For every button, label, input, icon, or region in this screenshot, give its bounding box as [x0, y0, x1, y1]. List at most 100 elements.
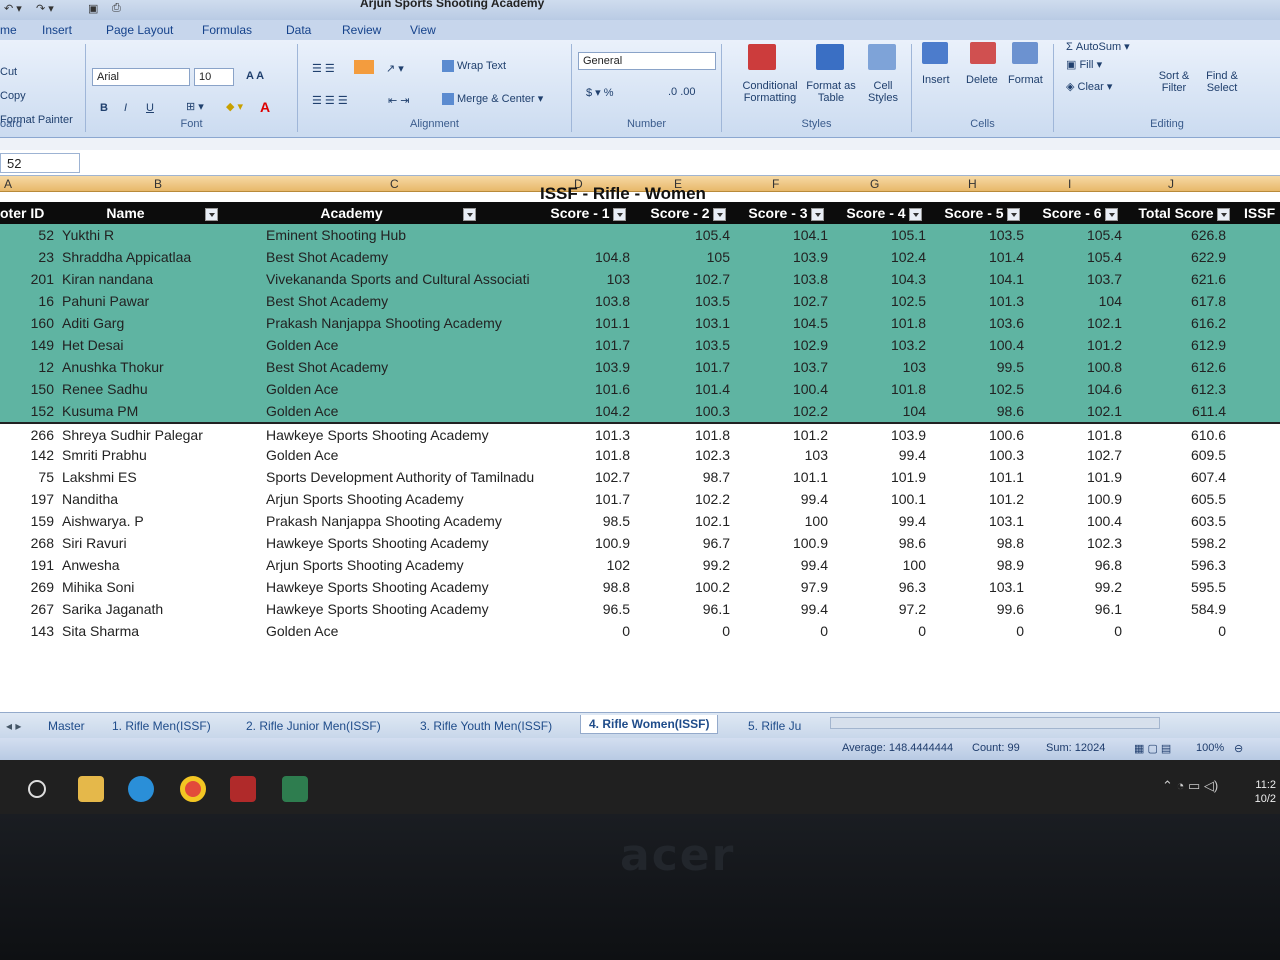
filter-dropdown-icon[interactable]: [1006, 207, 1020, 221]
indent-icon[interactable]: ⇤ ⇥: [388, 94, 410, 107]
cell-shooter-id[interactable]: 143: [4, 623, 54, 639]
clear-button[interactable]: ◈ Clear ▾: [1066, 80, 1112, 93]
filter-dropdown-icon[interactable]: [204, 207, 218, 221]
cell-score-4[interactable]: 104: [836, 403, 926, 419]
column-header[interactable]: I: [1068, 177, 1071, 191]
cell-shooter-id[interactable]: 142: [4, 447, 54, 463]
cell-shooter-id[interactable]: 159: [4, 513, 54, 529]
currency-icon[interactable]: $ ▾ %: [586, 86, 614, 99]
table-row[interactable]: 266 Shreya Sudhir Palegar Hawkeye Sports S…: [0, 422, 1280, 444]
cell-score-3[interactable]: 97.9: [738, 579, 828, 595]
cell-academy[interactable]: Hawkeye Sports Shooting Academy: [266, 579, 538, 595]
cell-score-5[interactable]: 0: [934, 623, 1024, 639]
cell-score-2[interactable]: 105: [640, 249, 730, 265]
table-row[interactable]: 143 Sita Sharma Golden Ace 0 0 0 0 0 0 0: [0, 620, 1280, 642]
cell-score-3[interactable]: 100: [738, 513, 828, 529]
sheet-tab-rifle-youth-men[interactable]: 3. Rifle Youth Men(ISSF): [420, 719, 552, 733]
header-score-2[interactable]: Score - 2: [640, 205, 736, 221]
cell-name[interactable]: Shreya Sudhir Palegar: [62, 427, 258, 443]
cell-academy[interactable]: Arjun Sports Shooting Academy: [266, 557, 538, 573]
cell-score-5[interactable]: 101.3: [934, 293, 1024, 309]
cell-score-3[interactable]: 99.4: [738, 601, 828, 617]
cell-name[interactable]: Pahuni Pawar: [62, 293, 258, 309]
cell-score-3[interactable]: 99.4: [738, 557, 828, 573]
cell-score-2[interactable]: 0: [640, 623, 730, 639]
align-middle-icon[interactable]: [354, 60, 374, 74]
cell-total-score[interactable]: 596.3: [1130, 557, 1226, 573]
tab-data[interactable]: Data: [286, 23, 311, 37]
cell-score-6[interactable]: 101.2: [1032, 337, 1122, 353]
cell-academy[interactable]: Arjun Sports Shooting Academy: [266, 491, 538, 507]
table-row[interactable]: 197 Nanditha Arjun Sports Shooting Academy…: [0, 488, 1280, 510]
cell-score-3[interactable]: 0: [738, 623, 828, 639]
cell-score-6[interactable]: 0: [1032, 623, 1122, 639]
filter-dropdown-icon[interactable]: [712, 207, 726, 221]
cell-shooter-id[interactable]: 152: [4, 403, 54, 419]
header-total-score[interactable]: Total Score: [1130, 205, 1238, 221]
table-row[interactable]: 160 Aditi Garg Prakash Nanjappa Shooting A…: [0, 312, 1280, 334]
cell-academy[interactable]: Golden Ace: [266, 623, 538, 639]
cell-score-1[interactable]: 103: [540, 271, 630, 287]
cell-score-6[interactable]: 103.7: [1032, 271, 1122, 287]
cell-score-5[interactable]: 98.6: [934, 403, 1024, 419]
cell-score-4[interactable]: 100.1: [836, 491, 926, 507]
cell-score-6[interactable]: 102.1: [1032, 403, 1122, 419]
tab-home[interactable]: me: [0, 23, 17, 37]
cell-academy[interactable]: Golden Ace: [266, 337, 538, 353]
tab-page-layout[interactable]: Page Layout: [106, 23, 173, 37]
cell-name[interactable]: Het Desai: [62, 337, 258, 353]
cell-score-6[interactable]: 101.9: [1032, 469, 1122, 485]
horizontal-scrollbar[interactable]: [830, 717, 1160, 729]
insert-cells-button[interactable]: Insert: [922, 74, 950, 86]
delete-cells-button[interactable]: Delete: [966, 74, 998, 86]
table-row[interactable]: 52 Yukthi R Eminent Shooting Hub 105.4 104.1…: [0, 224, 1280, 246]
cell-shooter-id[interactable]: 191: [4, 557, 54, 573]
cell-name[interactable]: Mihika Soni: [62, 579, 258, 595]
cell-score-1[interactable]: 104.2: [540, 403, 630, 419]
cell-score-6[interactable]: 102.1: [1032, 315, 1122, 331]
cell-name[interactable]: Aditi Garg: [62, 315, 258, 331]
cell-score-2[interactable]: 96.1: [640, 601, 730, 617]
cell-academy[interactable]: Best Shot Academy: [266, 359, 538, 375]
cell-score-4[interactable]: 98.6: [836, 535, 926, 551]
cell-score-5[interactable]: 101.2: [934, 491, 1024, 507]
cell-score-5[interactable]: 99.5: [934, 359, 1024, 375]
cell-name[interactable]: Anwesha: [62, 557, 258, 573]
table-row[interactable]: 269 Mihika Soni Hawkeye Sports Shooting Ac…: [0, 576, 1280, 598]
column-header[interactable]: H: [968, 177, 977, 191]
cell-academy[interactable]: Best Shot Academy: [266, 249, 538, 265]
sheet-tab-rifle-junior-men[interactable]: 2. Rifle Junior Men(ISSF): [246, 719, 381, 733]
cell-academy[interactable]: Prakash Nanjappa Shooting Academy: [266, 513, 538, 529]
cell-name[interactable]: Sita Sharma: [62, 623, 258, 639]
find-select-button[interactable]: Find & Select: [1200, 70, 1244, 94]
excel-app-icon[interactable]: [282, 776, 308, 802]
cell-score-5[interactable]: 102.5: [934, 381, 1024, 397]
align-top-icon[interactable]: ☰ ☰: [312, 62, 335, 75]
header-issf[interactable]: ISSF: [1244, 205, 1280, 221]
header-score-4[interactable]: Score - 4: [836, 205, 932, 221]
tab-formulas[interactable]: Formulas: [202, 23, 252, 37]
cell-score-5[interactable]: 103.6: [934, 315, 1024, 331]
copy-button[interactable]: Copy: [0, 90, 26, 102]
column-header[interactable]: B: [154, 177, 162, 191]
mcafee-icon[interactable]: [230, 776, 256, 802]
font-color-icon[interactable]: A: [260, 99, 270, 115]
cell-total-score[interactable]: 607.4: [1130, 469, 1226, 485]
cell-score-6[interactable]: 105.4: [1032, 249, 1122, 265]
cell-score-4[interactable]: 101.9: [836, 469, 926, 485]
cell-score-3[interactable]: 100.9: [738, 535, 828, 551]
column-header[interactable]: A: [4, 177, 12, 191]
cell-academy[interactable]: Hawkeye Sports Shooting Academy: [266, 427, 538, 443]
cell-score-3[interactable]: 104.1: [738, 227, 828, 243]
cell-score-4[interactable]: 105.1: [836, 227, 926, 243]
table-row[interactable]: 267 Sarika Jaganath Hawkeye Sports Shootin…: [0, 598, 1280, 620]
cell-score-3[interactable]: 103: [738, 447, 828, 463]
cell-score-6[interactable]: 101.8: [1032, 427, 1122, 443]
cell-academy[interactable]: Prakash Nanjappa Shooting Academy: [266, 315, 538, 331]
grow-font-icon[interactable]: A A: [246, 70, 264, 82]
cell-shooter-id[interactable]: 201: [4, 271, 54, 287]
cell-shooter-id[interactable]: 75: [4, 469, 54, 485]
sheet-tab-master[interactable]: Master: [48, 719, 85, 733]
cell-score-1[interactable]: 96.5: [540, 601, 630, 617]
cell-score-6[interactable]: 102.7: [1032, 447, 1122, 463]
